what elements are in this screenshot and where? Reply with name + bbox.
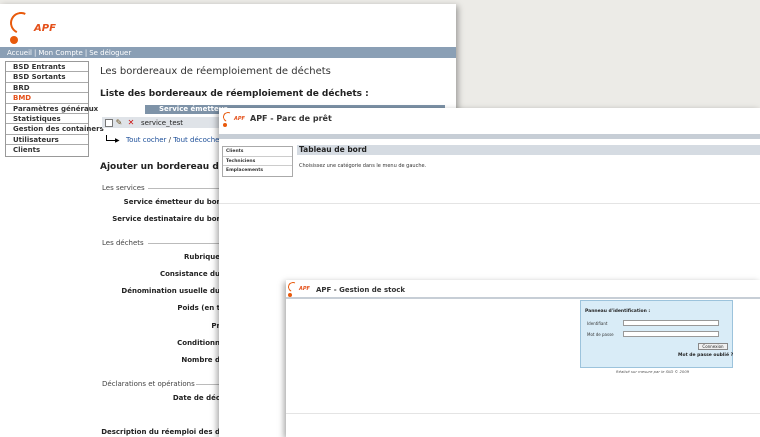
header-bar (219, 134, 760, 139)
menu-item-bsd-sortants[interactable]: BSD Sortants (6, 72, 88, 83)
footer-credit: Réalisé sur mesure par le SIID © 2009 (616, 369, 690, 374)
apf-logo-text: APF (234, 116, 245, 122)
gestion-de-stock-window: APF APF - Gestion de stock Panneau d'ide… (286, 280, 760, 437)
page-title: Les bordereaux de réemploiement de déche… (100, 66, 331, 77)
check-all-link[interactable]: Tout cocher (126, 136, 166, 144)
apf-logo-text: APF (34, 23, 56, 34)
menu-item-emplacements[interactable]: Emplacements (223, 166, 292, 176)
label-date: Date de déc (172, 394, 220, 402)
column-header-service-emetteur[interactable]: Service émetteur (145, 105, 227, 114)
menu-item-clients[interactable]: Clients (223, 147, 292, 157)
edit-icon[interactable]: ✎ (113, 118, 125, 127)
content-divider (219, 203, 760, 204)
password-input[interactable] (623, 331, 719, 337)
app-title: APF - Parc de prêt (250, 114, 332, 123)
actions-separator: / (168, 136, 171, 144)
label-consistance: Consistance du (159, 270, 220, 278)
side-menu: BSD Entrants BSD Sortants BRD BMD Paramè… (5, 61, 104, 157)
menu-item-parametres-generaux[interactable]: Paramètres généraux (6, 104, 98, 114)
menu-item-gestion-containers[interactable]: Gestion des containers (6, 124, 104, 135)
menu-item-clients[interactable]: Clients (6, 145, 88, 155)
nav-mon-compte[interactable]: Mon Compte (38, 49, 82, 57)
label-service-destinataire: Service destinataire du bor (112, 215, 220, 223)
login-panel-title: Panneau d'identification : (585, 309, 651, 314)
label-rubrique: Rubrique (184, 253, 220, 261)
forgot-password-link[interactable]: Mot de passe oublié ? (678, 353, 733, 358)
menu-item-bsd-entrants[interactable]: BSD Entrants (6, 62, 88, 73)
menu-item-brd[interactable]: BRD (6, 83, 88, 94)
delete-icon[interactable]: ✕ (125, 118, 137, 127)
password-label: Mot de passe (587, 332, 614, 337)
section-services: Les services (102, 184, 145, 192)
connexion-button[interactable]: Connexion (698, 343, 728, 350)
nav-se-deloguer[interactable]: Se déloguer (89, 49, 131, 57)
section-dechets: Les déchets (102, 239, 144, 247)
label-service-emetteur: Service émetteur du bor (123, 198, 220, 206)
nav-separator: | (84, 48, 88, 57)
app-title: APF - Gestion de stock (316, 286, 406, 294)
apf-logo-icon (286, 280, 300, 297)
menu-item-bmd[interactable]: BMD (6, 93, 88, 104)
list-title: Liste des bordereaux de réemploiement de… (100, 89, 369, 99)
menu-item-techniciens[interactable]: Techniciens (223, 157, 292, 167)
row-checkbox[interactable] (105, 118, 113, 127)
identifiant-label: Identifiant (587, 321, 608, 326)
nav-accueil[interactable]: Accueil (7, 49, 32, 57)
label-poids: Poids (en t (177, 304, 220, 312)
login-panel: Panneau d'identification : Identifiant M… (580, 300, 733, 368)
top-nav-bar: Accueil | Mon Compte | Se déloguer (0, 47, 456, 58)
content-divider (286, 413, 760, 414)
section-declarations: Déclarations et opérations (102, 380, 195, 388)
header-bar (286, 297, 760, 299)
identifiant-input[interactable] (623, 320, 719, 326)
selection-actions: Tout cocher / Tout décocher P (126, 136, 229, 144)
apf-logo-icon (6, 8, 36, 46)
apf-logo: APF (286, 280, 310, 297)
uncheck-all-link[interactable]: Tout décocher (173, 136, 222, 144)
menu-item-utilisateurs[interactable]: Utilisateurs (6, 135, 88, 146)
nav-separator: | (34, 48, 37, 57)
apf-logo-icon (221, 110, 235, 127)
label-description-reemploi: Description du réemploi des d (101, 428, 220, 436)
apf-logo: APF (221, 110, 245, 127)
apf-logo: APF (6, 8, 56, 46)
dashboard-heading: Tableau de bord (297, 145, 760, 155)
dashboard-message: Choisissez une catégorie dans le menu de… (299, 163, 427, 169)
menu-item-statistiques[interactable]: Statistiques (6, 114, 88, 125)
label-denomination: Dénomination usuelle du (121, 287, 220, 295)
side-menu: Clients Techniciens Emplacements (222, 146, 293, 177)
arrow-head-icon: ▶ (115, 137, 120, 144)
label-nombre: Nombre d (181, 356, 220, 364)
apf-logo-text: APF (299, 286, 310, 292)
service-cell: service_test (141, 118, 184, 127)
label-conditionnement: Conditionn (177, 339, 220, 347)
